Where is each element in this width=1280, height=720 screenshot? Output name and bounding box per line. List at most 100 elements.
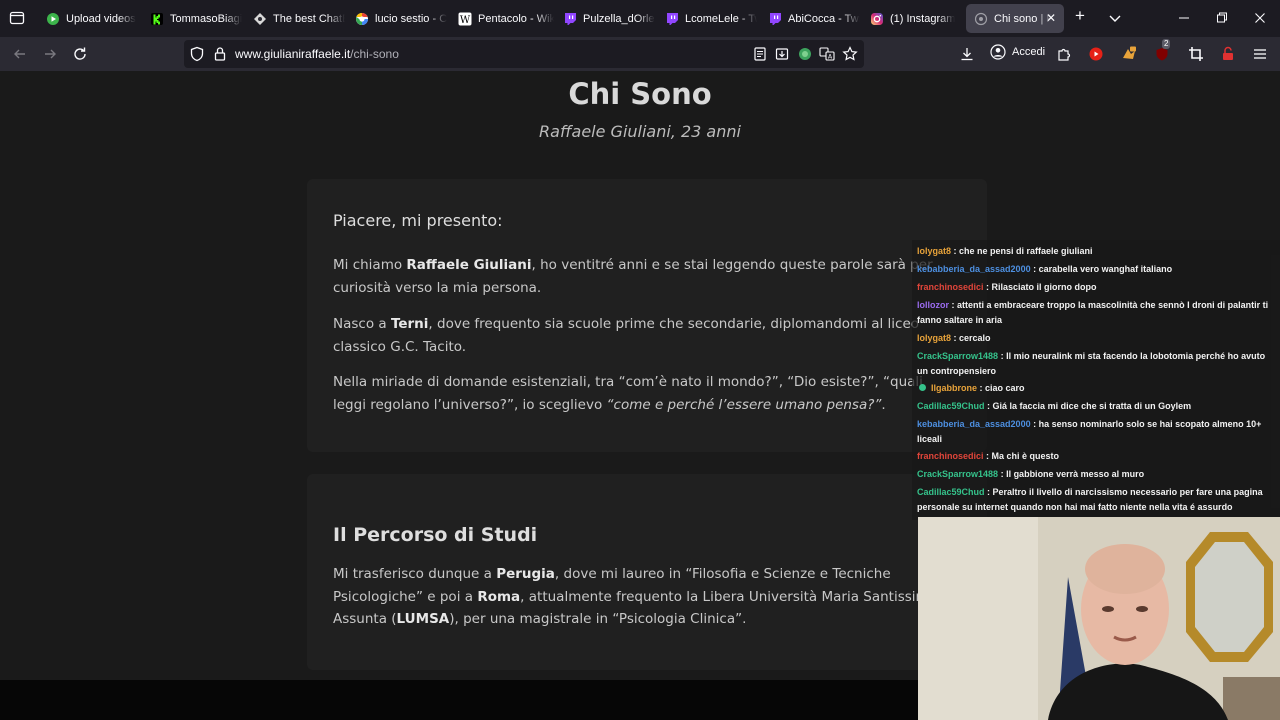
- forward-arrow-icon[interactable]: [41, 45, 59, 63]
- bold-text: Raffaele Giuliani: [406, 257, 532, 273]
- chat-username[interactable]: CrackSparrow1488: [917, 469, 998, 479]
- minimize-window-icon[interactable]: [1178, 9, 1190, 31]
- section-heading: Il Percorso di Studi: [333, 524, 538, 546]
- tab-title: Chi sono | Ra: [994, 12, 1052, 25]
- chat-username[interactable]: lolygat8: [917, 333, 951, 343]
- wikipedia-icon: W: [458, 12, 472, 26]
- tab-twitch-lcomelele[interactable]: LcomeLele - Tw: [657, 4, 757, 33]
- chat-username[interactable]: Ilgabbrone: [931, 383, 977, 393]
- extension-globe-icon[interactable]: [797, 46, 813, 62]
- youtube-studio-icon: [46, 12, 60, 26]
- tab-google-search[interactable]: lucio sestio - Co: [347, 4, 447, 33]
- chat-text: che ne pensi di raffaele giuliani: [959, 246, 1093, 256]
- bold-text: Roma: [477, 588, 521, 605]
- chat-text: Ma chi è questo: [991, 451, 1060, 461]
- downloads-icon[interactable]: [958, 45, 976, 63]
- tab-title: Pentacolo - Wiki: [478, 12, 554, 25]
- chat-username[interactable]: Cadillac59Chud: [917, 401, 985, 411]
- chat-message: Cadillac59Chud : Peraltro il livello di …: [917, 487, 1263, 512]
- close-tab-icon[interactable]: ✕: [1046, 11, 1056, 25]
- chat-message: CrackSparrow1488 : Il mio neuralink mi s…: [917, 351, 1266, 376]
- lock-extension-icon[interactable]: [1219, 45, 1237, 63]
- close-window-icon[interactable]: [1254, 9, 1266, 31]
- chat-text: Il gabbione verrà messo al muro: [1006, 469, 1145, 479]
- tab-tommasobiagi[interactable]: TommasoBiagi: [142, 4, 242, 33]
- subscriber-badge-icon: [919, 384, 926, 391]
- tab-chi-sono[interactable]: Chi sono | Ra ✕: [966, 4, 1064, 33]
- tab-title: lucio sestio - Co: [375, 12, 447, 25]
- tab-strip: Upload videos TommasoBiagi The best Chat…: [0, 0, 1280, 37]
- intro-paragraph-questions: Nella miriade di domande esistenziali, t…: [333, 371, 953, 416]
- tracking-protection-shield-icon[interactable]: [189, 46, 205, 62]
- chat-message: kebabberia_da_assad2000 : carabella vero…: [917, 264, 1173, 274]
- tab-title: TommasoBiagi: [170, 12, 242, 25]
- chat-username[interactable]: Cadillac59Chud: [917, 487, 985, 497]
- intro-paragraph-name: Mi chiamo Raffaele Giuliani, ho ventitré…: [333, 254, 953, 299]
- tab-upload-videos[interactable]: Upload videos: [38, 4, 138, 33]
- twitch-icon: [563, 12, 577, 26]
- website-icon: [974, 12, 988, 26]
- chat-username[interactable]: kebabberia_da_assad2000: [917, 264, 1031, 274]
- chat-username[interactable]: lollozor: [917, 300, 949, 310]
- tab-twitch-abicocca[interactable]: AbiCocca - Twit: [760, 4, 860, 33]
- ublock-extension-icon[interactable]: 2: [1153, 39, 1171, 63]
- section-heading: Piacere, mi presento:: [333, 211, 503, 230]
- url-domain: www.giulianiraffaele.it: [235, 47, 351, 61]
- account-signin-button[interactable]: Accedi: [990, 44, 1045, 60]
- sponsor-extension-icon[interactable]: [1120, 45, 1138, 63]
- tab-overflow-chevron-icon[interactable]: [1108, 9, 1122, 31]
- text-run: Nasco a: [333, 316, 391, 332]
- page-title: Chi Sono: [568, 77, 712, 111]
- chat-message: franchinosedici : Ma chi è questo: [917, 451, 1060, 461]
- chat-username[interactable]: franchinosedici: [917, 282, 984, 292]
- tab-title: AbiCocca - Twit: [788, 12, 860, 25]
- chat-username[interactable]: lolygat8: [917, 246, 951, 256]
- chat-username[interactable]: CrackSparrow1488: [917, 351, 998, 361]
- tools-extension-icon[interactable]: [1187, 45, 1205, 63]
- address-bar[interactable]: www.giulianiraffaele.it/chi-sono A: [184, 40, 864, 68]
- url-path: /chi-sono: [350, 47, 399, 61]
- bold-text: Perugia: [496, 566, 555, 582]
- text-run: Mi chiamo: [333, 257, 407, 273]
- chat-username[interactable]: kebabberia_da_assad2000: [917, 419, 1031, 429]
- bold-text: Terni: [390, 316, 429, 332]
- account-avatar-icon: [990, 44, 1006, 60]
- tab-title: (1) Instagram: [890, 12, 956, 25]
- bookmark-star-icon[interactable]: [842, 46, 858, 62]
- text-run: .: [881, 396, 886, 413]
- tab-instagram[interactable]: (1) Instagram: [862, 4, 962, 33]
- list-all-tabs-icon[interactable]: [8, 9, 26, 27]
- tab-twitch-pulzella[interactable]: Pulzella_dOrlea: [555, 4, 655, 33]
- tab-title: Pulzella_dOrlea: [583, 12, 655, 25]
- download-page-icon[interactable]: [774, 46, 790, 62]
- google-icon: [355, 12, 369, 26]
- chat-username[interactable]: franchinosedici: [917, 451, 984, 461]
- page-subtitle: Raffaele Giuliani, 23 anni: [539, 122, 741, 141]
- chat-message: lolygat8 : cercalo: [917, 333, 991, 343]
- new-tab-icon[interactable]: +: [1075, 7, 1085, 25]
- reader-view-icon[interactable]: [752, 46, 768, 62]
- twitch-icon: [768, 12, 782, 26]
- extensions-puzzle-icon[interactable]: [1055, 45, 1073, 63]
- chat-message: CrackSparrow1488 : Il gabbione verrà mes…: [917, 469, 1145, 479]
- tab-title: Upload videos: [66, 12, 136, 25]
- chat-text: attenti a embraceare troppo la mascolini…: [917, 300, 1269, 325]
- chat-message: franchinosedici : Rilasciato il giorno d…: [917, 282, 1097, 292]
- text-run: Mi trasferisco dunque a: [333, 566, 497, 582]
- tab-wikipedia[interactable]: W Pentacolo - Wiki: [450, 4, 554, 33]
- back-arrow-icon[interactable]: [11, 45, 29, 63]
- hamburger-menu-icon[interactable]: [1251, 45, 1269, 63]
- lock-icon[interactable]: [212, 46, 228, 62]
- chat-message: lolygat8 : che ne pensi di raffaele giul…: [917, 246, 1093, 256]
- translate-icon[interactable]: A: [819, 46, 835, 62]
- url-text[interactable]: www.giulianiraffaele.it/chi-sono: [235, 47, 399, 61]
- reload-icon[interactable]: [71, 45, 89, 63]
- bold-text: LUMSA: [396, 611, 450, 627]
- tab-title: The best ChatB: [273, 12, 345, 25]
- chat-message: Cadillac59Chud : Giá la faccia mi dice c…: [917, 401, 1192, 411]
- youtube-extension-icon[interactable]: [1087, 45, 1105, 63]
- restore-window-icon[interactable]: [1216, 9, 1228, 31]
- navigation-toolbar: www.giulianiraffaele.it/chi-sono A Acced…: [0, 37, 1280, 71]
- tab-chatbot[interactable]: The best ChatB: [245, 4, 345, 33]
- text-run: ), per una magistrale in “Psicologia Cli…: [449, 611, 747, 627]
